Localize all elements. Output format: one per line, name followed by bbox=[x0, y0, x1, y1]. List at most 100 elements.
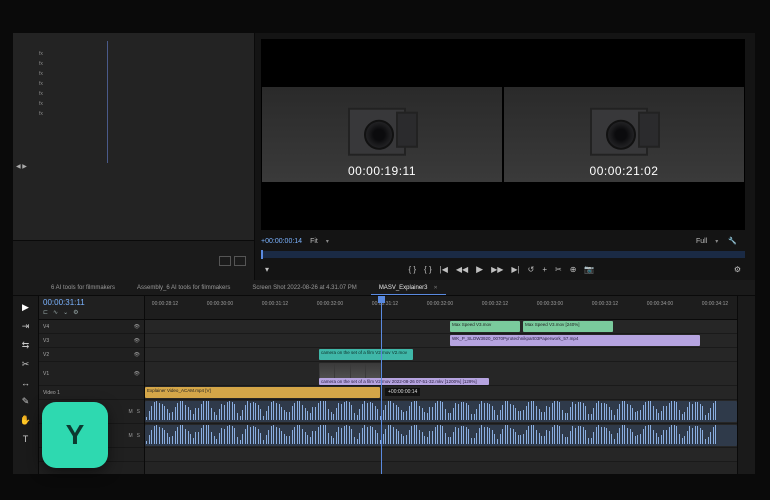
selection-tool[interactable]: ▶ bbox=[22, 302, 29, 313]
zoom-dropdown[interactable]: Full bbox=[696, 238, 707, 245]
tab[interactable]: 6 AI tools for filmmakers bbox=[43, 282, 123, 295]
in-out-button[interactable]: { } bbox=[408, 265, 416, 274]
sequence-timecode[interactable]: 00:00:31:11 bbox=[43, 298, 140, 307]
lane-a1[interactable] bbox=[145, 400, 737, 424]
lane-v4[interactable]: Max Speed V3.mov Max Speed V3.mov [240%] bbox=[145, 320, 737, 334]
audio-meters bbox=[737, 296, 755, 474]
badge-letter: Y bbox=[66, 419, 85, 451]
track-header-v2[interactable]: V2👁 bbox=[39, 348, 144, 362]
tab[interactable]: Assembly_6 AI tools for filmmakers bbox=[129, 282, 238, 295]
fx-row-list: fx fx fx fx fx fx fx bbox=[39, 49, 43, 119]
track-header-video1[interactable]: Video 1 bbox=[39, 386, 144, 400]
wrench-icon[interactable]: ⚙ bbox=[73, 309, 78, 316]
offset-timecode[interactable]: +00:00:00:14 bbox=[261, 238, 302, 245]
lane-v1[interactable]: camera on the set of a film V2.mov 2022-… bbox=[145, 362, 737, 386]
clip[interactable]: camera on the set of a film V2.mov V2.mo… bbox=[319, 349, 413, 360]
marker-icon[interactable]: ⌄ bbox=[63, 309, 68, 316]
type-tool[interactable]: T bbox=[23, 434, 29, 444]
eye-icon: 👁 bbox=[134, 324, 140, 330]
tab[interactable]: Screen Shot 2022-08-26 at 4.31.07 PM bbox=[244, 282, 364, 295]
settings-button[interactable]: ⚙ bbox=[734, 265, 741, 274]
snap-icon[interactable]: ⊏ bbox=[43, 309, 48, 316]
audio-clip[interactable] bbox=[145, 401, 737, 422]
fx-row[interactable]: fx bbox=[39, 69, 43, 79]
ruler-tick: 00:00:32:12 bbox=[482, 301, 508, 307]
program-monitor[interactable]: 00:00:19:11 00:00:21:02 bbox=[261, 39, 745, 230]
clip[interactable]: camera on the set of a film V2.mov 2022-… bbox=[319, 378, 489, 385]
link-icon[interactable]: ∿ bbox=[53, 309, 58, 316]
fx-row[interactable]: fx bbox=[39, 49, 43, 59]
track-header-v1[interactable]: V1👁 bbox=[39, 362, 144, 386]
timeline-canvas[interactable]: 00:00:28:1200:00:30:0000:00:31:1200:00:3… bbox=[145, 296, 737, 474]
clip[interactable]: Max Speed V3.mov bbox=[450, 321, 520, 332]
hand-tool[interactable]: ✋ bbox=[20, 415, 31, 426]
overwrite-button[interactable]: ✂ bbox=[555, 265, 562, 274]
bin-thumb[interactable] bbox=[219, 256, 231, 266]
play-button[interactable]: ▶ bbox=[476, 264, 483, 275]
fx-row[interactable]: fx bbox=[39, 59, 43, 69]
program-monitor-pane: 00:00:19:11 00:00:21:02 +00:00:00:14 Fit… bbox=[255, 33, 755, 280]
audio-clip[interactable] bbox=[145, 425, 737, 446]
clip[interactable]: Max Speed V3.mov [240%] bbox=[523, 321, 613, 332]
track-header-v4[interactable]: V4👁 bbox=[39, 320, 144, 334]
app-badge: Y bbox=[42, 402, 108, 468]
fx-row[interactable]: fx bbox=[39, 89, 43, 99]
marker-button[interactable]: ▾ bbox=[265, 265, 269, 274]
ruler-tick: 00:00:32:00 bbox=[427, 301, 453, 307]
track-select-tool[interactable]: ⇥ bbox=[22, 321, 30, 332]
upper-region: fx fx fx fx fx fx fx ◀ ▶ bbox=[13, 33, 755, 280]
track-header-v3[interactable]: V3👁 bbox=[39, 334, 144, 348]
export-frame-button[interactable]: ⊕ bbox=[570, 265, 577, 274]
razor-tool[interactable]: ✂ bbox=[22, 359, 30, 370]
go-to-out-button[interactable]: ▶| bbox=[511, 265, 519, 274]
clip[interactable]: WK_P_SLOW3920_0070Pyrotechnikpart03Paper… bbox=[450, 335, 700, 346]
ruler-tick: 00:00:34:00 bbox=[647, 301, 673, 307]
lane-video1[interactable]: Explainer Video_ACAM.mp4 [V] bbox=[145, 386, 737, 400]
chevron-down-icon[interactable]: ▾ bbox=[715, 238, 718, 245]
time-ruler[interactable]: 00:00:28:1200:00:30:0000:00:31:1200:00:3… bbox=[145, 296, 737, 320]
step-back-button[interactable]: ◀◀ bbox=[456, 265, 468, 274]
panel-arrows-icon[interactable]: ◀ ▶ bbox=[16, 163, 27, 170]
monitor-info-bar: +00:00:00:14 Fit ▾ Full ▾ 🔧 bbox=[255, 234, 755, 248]
ripple-tool[interactable]: ⇆ bbox=[22, 340, 30, 351]
ruler-tick: 00:00:30:00 bbox=[207, 301, 233, 307]
step-fwd-button[interactable]: ▶▶ bbox=[491, 265, 503, 274]
ruler-tick: 00:00:33:12 bbox=[592, 301, 618, 307]
close-icon[interactable]: ✕ bbox=[434, 285, 438, 291]
snapshot-button[interactable]: 📷 bbox=[584, 265, 594, 274]
clip[interactable]: Explainer Video_ACAM.mp4 [V] bbox=[145, 387, 380, 398]
keyframe-playhead[interactable] bbox=[107, 41, 108, 163]
monitor-scrubber[interactable] bbox=[261, 251, 745, 258]
ruler-tick: 00:00:31:12 bbox=[262, 301, 288, 307]
lane-v3[interactable]: WK_P_SLOW3920_0070Pyrotechnikpart03Paper… bbox=[145, 334, 737, 348]
wrench-icon[interactable]: 🔧 bbox=[728, 237, 737, 245]
effects-panel: fx fx fx fx fx fx fx ◀ ▶ bbox=[13, 33, 255, 280]
effect-controls[interactable]: fx fx fx fx fx fx fx ◀ ▶ bbox=[13, 33, 254, 240]
insert-button[interactable]: + bbox=[542, 265, 547, 274]
tool-palette: ▶ ⇥ ⇆ ✂ ↔ ✎ ✋ T bbox=[13, 296, 39, 474]
left-view: 00:00:19:11 bbox=[262, 87, 502, 182]
fx-row[interactable]: fx bbox=[39, 109, 43, 119]
ruler-tick: 00:00:31:12 bbox=[372, 301, 398, 307]
ruler-tick: 00:00:32:00 bbox=[317, 301, 343, 307]
pen-tool[interactable]: ✎ bbox=[22, 396, 30, 407]
chevron-down-icon[interactable]: ▾ bbox=[326, 238, 329, 245]
fit-dropdown[interactable]: Fit bbox=[310, 238, 318, 245]
lane-v2[interactable]: camera on the set of a film V2.mov V2.mo… bbox=[145, 348, 737, 362]
eye-icon: 👁 bbox=[134, 371, 140, 377]
fx-row[interactable]: fx bbox=[39, 99, 43, 109]
eye-icon: 👁 bbox=[134, 352, 140, 358]
offset-chip: +00:00:00:14 bbox=[385, 388, 420, 396]
playhead[interactable] bbox=[381, 296, 382, 474]
slip-tool[interactable]: ↔ bbox=[21, 378, 30, 388]
lane-audio2[interactable] bbox=[145, 448, 737, 462]
loop-button[interactable]: ↺ bbox=[528, 265, 535, 274]
tab-active[interactable]: MASV_Explainer3✕ bbox=[371, 282, 446, 295]
in-out-button[interactable]: { } bbox=[424, 265, 432, 274]
right-view: 00:00:21:02 bbox=[504, 87, 744, 182]
fx-row[interactable]: fx bbox=[39, 79, 43, 89]
go-to-in-button[interactable]: |◀ bbox=[440, 265, 448, 274]
timeline-panel: ▶ ⇥ ⇆ ✂ ↔ ✎ ✋ T 00:00:31:11 ⊏ ∿ ⌄ ⚙ V4👁 … bbox=[13, 296, 755, 474]
lane-a2[interactable] bbox=[145, 424, 737, 448]
bin-thumb[interactable] bbox=[234, 256, 246, 266]
